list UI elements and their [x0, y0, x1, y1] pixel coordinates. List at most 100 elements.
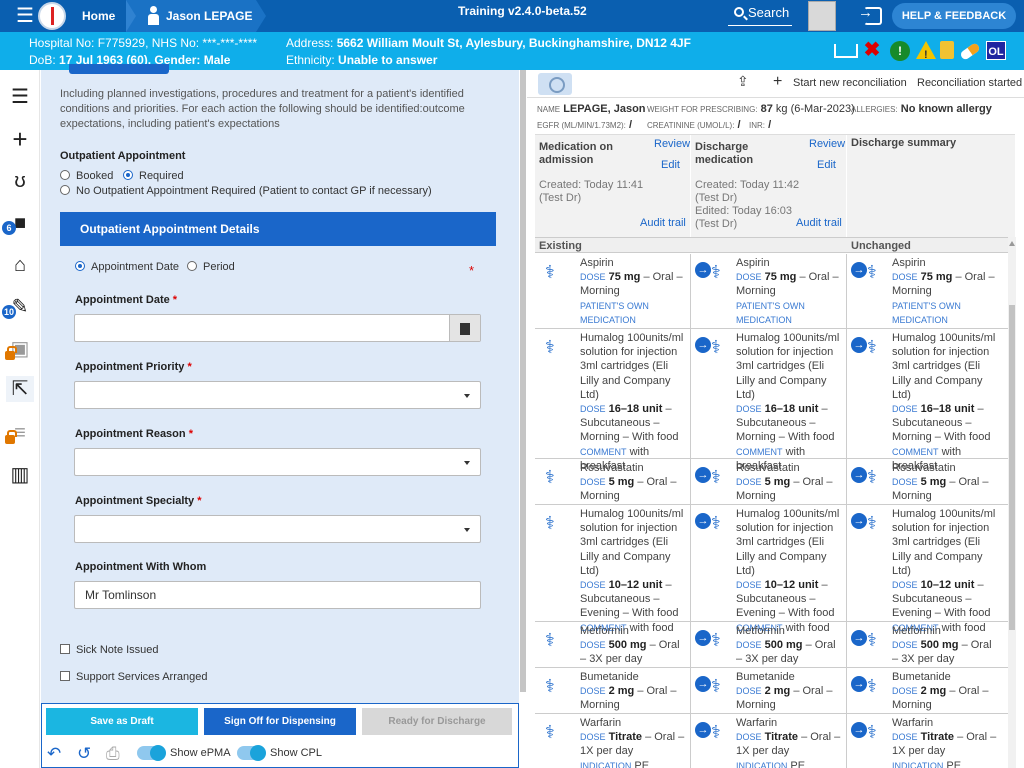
medication-cell[interactable]: → ⚕ Rosuvastatin DOSE 5 mg – Oral – Morning	[691, 459, 847, 504]
radio-booked-control[interactable]	[60, 170, 70, 180]
export-icon[interactable]: ⇪	[737, 73, 749, 90]
medication-cell[interactable]: ⚕ Aspirin DOSE 75 mg – Oral – Morning PATIE…	[535, 254, 691, 328]
medication-cell[interactable]: ⚕ Humalog 100units/ml solution for inject…	[535, 329, 691, 472]
undo-icon[interactable]: ↶	[47, 744, 61, 764]
medication-scrollbar[interactable]	[1008, 237, 1016, 768]
medication-cell[interactable]: ⚕ Rosuvastatin DOSE 5 mg – Oral – Morning	[535, 459, 691, 504]
radio-appointment-date[interactable]: Appointment Date	[75, 261, 179, 273]
menu-icon[interactable]: ☰	[8, 6, 42, 26]
existing-header: Existing	[539, 240, 582, 252]
table-row[interactable]: ⚕ Aspirin DOSE 75 mg – Oral – Morning PATIE…	[535, 254, 1008, 329]
discharge-review-link[interactable]: Review	[809, 138, 845, 150]
view-toggle-button[interactable]	[538, 73, 572, 95]
house-icon[interactable]: ⌂	[6, 252, 34, 278]
appointment-reason-select[interactable]	[74, 448, 481, 476]
medication-cell[interactable]: → ⚕ Humalog 100units/ml solution for injec…	[847, 329, 1008, 472]
medication-text: Metformin DOSE 500 mg – Oral – 3X per day	[892, 624, 1000, 667]
appointment-whom-input[interactable]: Mr Tomlinson	[74, 581, 481, 609]
medication-cell[interactable]: ⚕ Bumetanide DOSE 2 mg – Oral – Morning	[535, 668, 691, 713]
table-row[interactable]: ⚕ Metformin DOSE 500 mg – Oral – 3X per da…	[535, 622, 1008, 668]
search-button[interactable]: Search	[728, 4, 792, 26]
support-services-box[interactable]	[60, 671, 70, 681]
print-icon[interactable]: ⎙	[106, 744, 120, 764]
medication-cell[interactable]: → ⚕ Aspirin DOSE 75 mg – Oral – Morning PATI…	[847, 254, 1008, 328]
discharge-edit-link[interactable]: Edit	[817, 159, 836, 171]
ol-alert-icon[interactable]: OL	[986, 41, 1006, 60]
medication-cell[interactable]: ⚕ Warfarin DOSE Titrate – Oral – 1X per da…	[535, 714, 691, 768]
medication-cell[interactable]: → ⚕ Metformin DOSE 500 mg – Oral – 3X per d…	[691, 622, 847, 667]
medication-cell[interactable]: → ⚕ Aspirin DOSE 75 mg – Oral – Morning PATI…	[691, 254, 847, 328]
appointment-priority-label-text: Appointment Priority	[75, 361, 185, 373]
pill-icon[interactable]	[959, 42, 981, 61]
show-cpl-toggle[interactable]	[237, 745, 266, 761]
home-tab[interactable]: Home	[64, 0, 126, 32]
discharge-audit-link[interactable]: Audit trail	[796, 217, 842, 229]
show-epma-toggle[interactable]	[137, 745, 166, 761]
table-row[interactable]: ⚕ Humalog 100units/ml solution for inject…	[535, 505, 1008, 634]
dose-value: 10–12 unit	[920, 579, 975, 592]
sick-note-box[interactable]	[60, 644, 70, 654]
discharge-icon[interactable]: ⇱	[6, 376, 34, 402]
save-draft-button[interactable]: Save as Draft	[46, 708, 198, 735]
radio-date-control[interactable]	[75, 261, 85, 271]
appointment-specialty-select[interactable]	[74, 515, 481, 543]
medication-cell[interactable]: ⚕ Humalog 100units/ml solution for inject…	[535, 505, 691, 634]
list-icon[interactable]: ☰	[6, 84, 34, 110]
plus-icon[interactable]: +	[773, 73, 782, 91]
help-feedback-button[interactable]: HELP & FEEDBACK	[892, 3, 1016, 29]
medication-cell[interactable]: → ⚕ Warfarin DOSE Titrate – Oral – 1X per d…	[847, 714, 1008, 768]
medication-cell[interactable]: → ⚕ Humalog 100units/ml solution for injec…	[847, 505, 1008, 634]
ready-discharge-button[interactable]: Ready for Discharge	[362, 708, 512, 735]
radio-period[interactable]: Period	[187, 261, 235, 273]
radio-required[interactable]: Required	[123, 170, 184, 182]
warning-icon[interactable]	[916, 41, 936, 65]
appointment-priority-select[interactable]	[74, 381, 481, 409]
table-row[interactable]: ⚕ Bumetanide DOSE 2 mg – Oral – Morning → ⚕ B…	[535, 668, 1008, 714]
form-scrollbar[interactable]	[519, 70, 527, 768]
clipboard-icon[interactable]	[940, 41, 954, 59]
building-icon[interactable]: ▥	[6, 462, 34, 488]
logout-icon[interactable]	[858, 4, 882, 25]
scroll-up-icon[interactable]	[1009, 241, 1015, 246]
medication-cell[interactable]: → ⚕ Rosuvastatin DOSE 5 mg – Oral – Morning	[847, 459, 1008, 504]
radio-booked[interactable]: Booked	[60, 170, 113, 182]
sick-note-checkbox[interactable]: Sick Note Issued	[60, 644, 159, 656]
plus-icon[interactable]: +	[6, 126, 34, 152]
admission-review-link[interactable]: Review	[654, 138, 690, 150]
radio-period-control[interactable]	[187, 261, 197, 271]
frequency: Subcutaneous – Evening – With food	[580, 593, 679, 620]
table-row[interactable]: ⚕ Warfarin DOSE Titrate – Oral – 1X per da…	[535, 714, 1008, 768]
history-icon[interactable]: ↺	[77, 744, 91, 764]
section-button[interactable]	[69, 64, 169, 74]
avatar[interactable]	[808, 1, 836, 31]
table-row[interactable]: ⚕ Rosuvastatin DOSE 5 mg – Oral – Morning →…	[535, 459, 1008, 505]
scrollbar-thumb[interactable]	[520, 70, 526, 692]
appointment-date-label-text: Appointment Date	[75, 294, 170, 306]
admission-edit-link[interactable]: Edit	[661, 159, 680, 171]
frequency: 1X per day	[736, 745, 790, 758]
radio-required-control[interactable]	[123, 170, 133, 180]
scrollbar-thumb[interactable]	[1009, 305, 1015, 630]
medication-cell[interactable]: ⚕ Metformin DOSE 500 mg – Oral – 3X per da…	[535, 622, 691, 667]
appointment-date-input[interactable]	[74, 314, 481, 342]
admission-audit-link[interactable]: Audit trail	[640, 217, 686, 229]
medication-cell[interactable]: → ⚕ Bumetanide DOSE 2 mg – Oral – Morning	[691, 668, 847, 713]
exclamation-alert-icon[interactable]: !	[890, 41, 910, 61]
radio-not-required[interactable]: No Outpatient Appointment Required (Pati…	[60, 185, 432, 197]
bed-icon[interactable]	[834, 44, 858, 58]
table-row[interactable]: ⚕ Humalog 100units/ml solution for inject…	[535, 329, 1008, 472]
medication-cell[interactable]: → ⚕ Humalog 100units/ml solution for injec…	[691, 329, 847, 472]
sign-off-button[interactable]: Sign Off for Dispensing	[204, 708, 356, 735]
admission-created-by: (Test Dr)	[539, 192, 582, 204]
medication-cell[interactable]: → ⚕ Metformin DOSE 500 mg – Oral – 3X per d…	[847, 622, 1008, 667]
calendar-icon[interactable]	[449, 315, 480, 341]
medication-cell[interactable]: → ⚕ Warfarin DOSE Titrate – Oral – 1X per d…	[691, 714, 847, 768]
radio-not-required-control[interactable]	[60, 185, 70, 195]
medication-cell[interactable]: → ⚕ Bumetanide DOSE 2 mg – Oral – Morning	[847, 668, 1008, 713]
medication-cell[interactable]: → ⚕ Humalog 100units/ml solution for injec…	[691, 505, 847, 634]
stethoscope-icon[interactable]: ʊ	[6, 168, 34, 194]
support-services-checkbox[interactable]: Support Services Arranged	[60, 671, 207, 683]
start-reconciliation-button[interactable]: Start new reconciliation	[793, 77, 907, 89]
cross-alert-icon[interactable]: ✖	[862, 40, 882, 61]
patient-name[interactable]: Jason LEPAGE	[166, 0, 252, 32]
